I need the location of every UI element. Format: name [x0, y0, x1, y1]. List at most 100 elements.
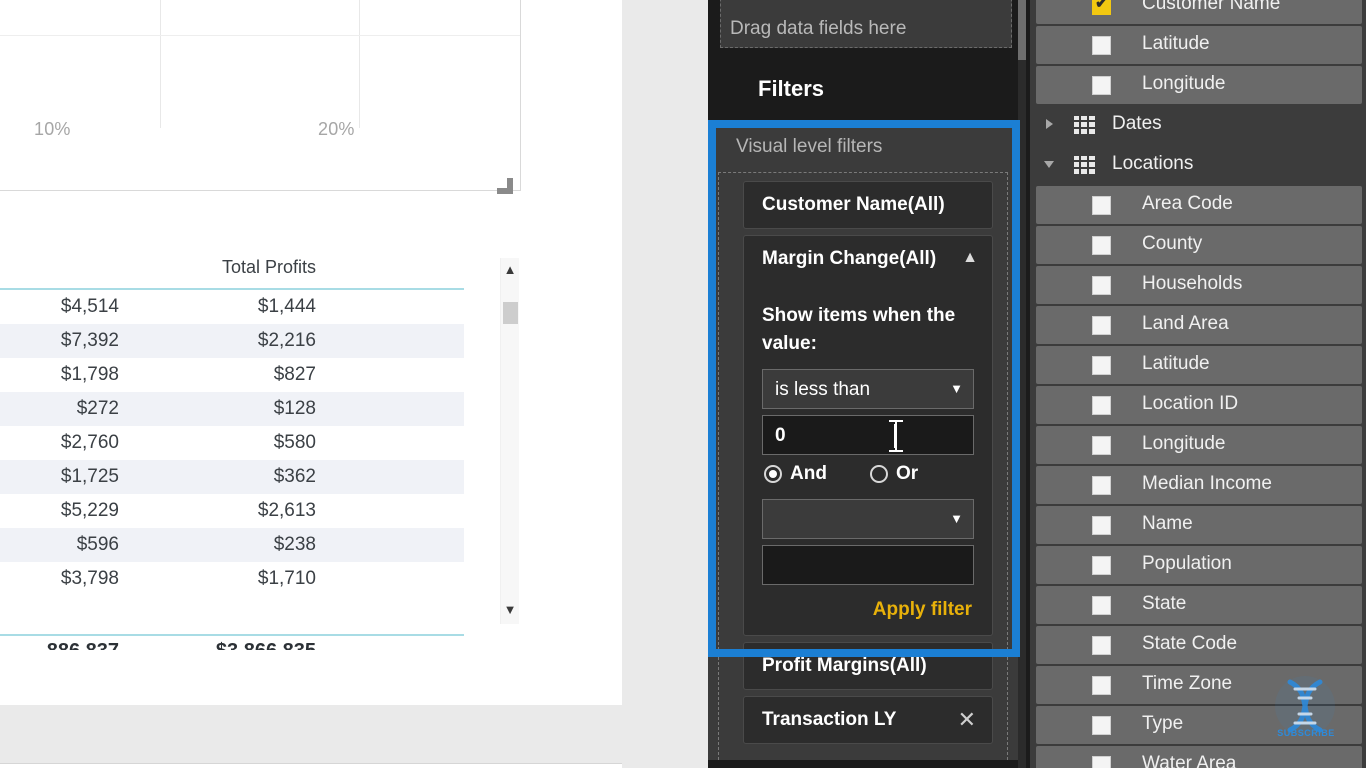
table-row[interactable]: $272 $128 [0, 392, 464, 426]
apply-filter-link[interactable]: Apply filter [873, 599, 972, 621]
table-cell: $2,613 [257, 500, 316, 521]
filter-value-1-input[interactable]: 0 [762, 415, 974, 456]
radio-and[interactable] [764, 465, 782, 484]
fields-item-customer-name[interactable]: Customer Name [1036, 0, 1362, 24]
chevron-right-icon[interactable] [1046, 119, 1053, 129]
fields-item-land-area[interactable]: Land Area [1036, 306, 1362, 344]
filter-card-margin-change[interactable]: Margin Change(All) ▲ Show items when the… [743, 235, 993, 637]
field-checkbox[interactable] [1092, 276, 1111, 295]
fields-item-longitude[interactable]: Longitude [1036, 66, 1362, 104]
canvas-bottom-gutter [0, 705, 622, 764]
filter-card-title[interactable]: Transaction LY [744, 697, 992, 743]
filter-card-title[interactable]: Profit Margins(All) [744, 643, 992, 689]
table-cell: $3,798 [60, 568, 119, 589]
fields-item-area-code[interactable]: Area Code [1036, 186, 1362, 224]
table-cell: $272 [76, 398, 119, 419]
fields-item-median-income[interactable]: Median Income [1036, 466, 1362, 504]
field-checkbox[interactable] [1092, 76, 1111, 95]
report-canvas[interactable]: 10% 20% Total Profits $4,514 $1,444 $7,392… [0, 0, 622, 705]
field-checkbox[interactable] [1092, 36, 1111, 55]
fields-table-locations[interactable]: Locations [1030, 146, 1362, 184]
field-checkbox[interactable] [1092, 596, 1111, 615]
table-row[interactable]: $1,725 $362 [0, 460, 464, 494]
filter-card-profit-margins[interactable]: Profit Margins(All) [743, 642, 993, 691]
radio-and-label[interactable]: And [790, 463, 827, 485]
table-row[interactable]: $7,392 $2,216 [0, 324, 464, 358]
fields-pane[interactable]: Customer Name Latitude Longitude Dates Locat… [1030, 0, 1366, 768]
fields-item-type[interactable]: Type [1036, 706, 1362, 744]
field-checkbox[interactable] [1092, 476, 1111, 495]
table-column-header-total-profits[interactable]: Total Profits [134, 257, 316, 278]
fields-table-dates[interactable]: Dates [1030, 106, 1362, 144]
field-checkbox[interactable] [1092, 396, 1111, 415]
filters-pane[interactable]: Drag data fields here Filters Visual lev… [708, 0, 1028, 768]
field-checkbox[interactable] [1092, 516, 1111, 535]
conjunction-radio-group[interactable]: And Or [764, 463, 974, 489]
table-cell: $4,514 [60, 296, 119, 317]
field-checkbox[interactable] [1092, 716, 1111, 735]
close-icon[interactable]: ✕ [958, 709, 976, 731]
field-checkbox[interactable] [1092, 636, 1111, 655]
field-label: State Code [1142, 633, 1238, 654]
table-row[interactable]: $1,798 $827 [0, 358, 464, 392]
field-checkbox[interactable] [1092, 236, 1111, 255]
table-body: $4,514 $1,444 $7,392 $2,216 $1,798 $827 $272 $1… [0, 290, 464, 596]
filter-card-title[interactable]: Margin Change(All) [744, 236, 992, 282]
fields-item-county[interactable]: County [1036, 226, 1362, 264]
table-row[interactable]: $596 $238 [0, 528, 464, 562]
fields-item-latitude[interactable]: Latitude [1036, 346, 1362, 384]
field-checkbox[interactable] [1092, 556, 1111, 575]
fields-item-households[interactable]: Households [1036, 266, 1362, 304]
field-label: State [1142, 593, 1187, 614]
table-row[interactable]: $4,514 $1,444 [0, 290, 464, 324]
field-checkbox[interactable] [1092, 756, 1111, 768]
fields-item-latitude[interactable]: Latitude [1036, 26, 1362, 64]
field-label: Name [1142, 513, 1193, 534]
filter-condition-1-select[interactable]: is less than ▼ [762, 369, 974, 410]
visual-level-filters-label: Visual level filters [736, 136, 883, 157]
field-checkbox[interactable] [1092, 676, 1111, 695]
field-label: Type [1142, 713, 1184, 734]
table-row[interactable]: $5,229 $2,613 [0, 494, 464, 528]
filter-card-transaction-ly[interactable]: Transaction LY ✕ [743, 696, 993, 745]
radio-or[interactable] [870, 465, 888, 484]
field-label: Households [1142, 273, 1243, 294]
chevron-down-icon[interactable] [1044, 161, 1054, 168]
fields-item-population[interactable]: Population [1036, 546, 1362, 584]
table-row[interactable]: $3,798 $1,710 [0, 562, 464, 596]
radio-or-label[interactable]: Or [896, 463, 918, 485]
field-label: Location ID [1142, 393, 1239, 414]
canvas-bottom-edge [0, 763, 622, 769]
chevron-down-icon[interactable]: ▼ [950, 512, 963, 525]
field-label: Latitude [1142, 33, 1210, 54]
fields-item-state-code[interactable]: State Code [1036, 626, 1362, 664]
visual-resize-handle[interactable] [497, 178, 513, 194]
filter-value-2-input[interactable] [762, 545, 974, 586]
scatter-chart-visual[interactable]: 10% 20% [0, 0, 521, 191]
fields-item-longitude[interactable]: Longitude [1036, 426, 1362, 464]
table-scrollbar[interactable]: ▲ ▼ [500, 258, 519, 624]
field-checkbox[interactable] [1092, 0, 1111, 15]
filter-cards-container[interactable]: Visual level filters Customer Name(All) … [708, 120, 1018, 761]
filter-card-title[interactable]: Customer Name(All) [744, 182, 992, 228]
field-checkbox[interactable] [1092, 196, 1111, 215]
filter-card-customer-name[interactable]: Customer Name(All) [743, 181, 993, 229]
fields-item-time-zone[interactable]: Time Zone [1036, 666, 1362, 704]
chevron-down-icon[interactable]: ▼ [501, 600, 519, 620]
table-scrollbar-thumb[interactable] [503, 302, 518, 324]
fields-item-location-id[interactable]: Location ID [1036, 386, 1362, 424]
chevron-down-icon[interactable]: ▼ [950, 382, 963, 395]
field-checkbox[interactable] [1092, 436, 1111, 455]
chevron-up-icon[interactable]: ▲ [501, 260, 519, 280]
chevron-up-icon[interactable]: ▲ [962, 250, 978, 266]
drag-data-fields-placeholder: Drag data fields here [730, 18, 907, 39]
field-checkbox[interactable] [1092, 316, 1111, 335]
table-cell: $128 [273, 398, 316, 419]
fields-item-name[interactable]: Name [1036, 506, 1362, 544]
fields-item-state[interactable]: State [1036, 586, 1362, 624]
table-row[interactable]: $2,760 $580 [0, 426, 464, 460]
filter-condition-2-select[interactable]: ▼ [762, 499, 974, 540]
table-visual[interactable]: Total Profits $4,514 $1,444 $7,392 $2,216 $1… [0, 240, 522, 650]
fields-item-water-area[interactable]: Water Area [1036, 746, 1362, 768]
field-checkbox[interactable] [1092, 356, 1111, 375]
